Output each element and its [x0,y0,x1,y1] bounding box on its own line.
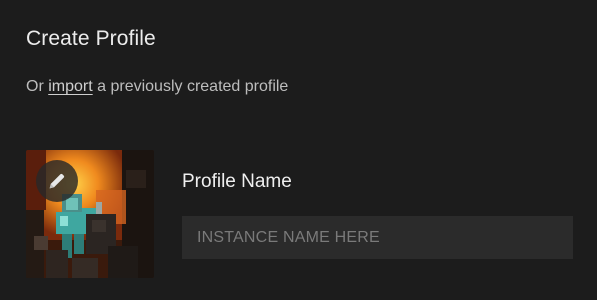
profile-name-label: Profile Name [182,171,292,192]
import-hint: Or import a previously created profile [26,78,288,96]
profile-name-input[interactable] [182,216,573,259]
profile-image-picker[interactable] [26,150,154,278]
dialog-title: Create Profile [26,27,156,50]
pencil-icon [49,173,65,189]
edit-image-button[interactable] [36,160,78,202]
create-profile-dialog: Create Profile Or import a previously cr… [0,0,597,300]
import-hint-suffix: a previously created profile [92,78,289,95]
import-hint-prefix: Or [26,78,49,95]
import-link[interactable]: import [48,78,92,95]
